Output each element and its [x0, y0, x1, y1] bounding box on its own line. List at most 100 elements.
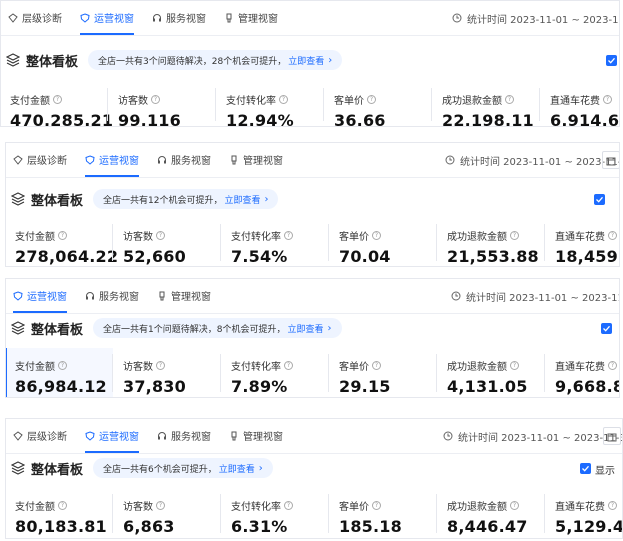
opportunity-banner[interactable]: 全店一共有1个问题待解决，8个机会可提升， 立即查看 ›: [93, 318, 342, 338]
show-checkbox[interactable]: [580, 463, 591, 474]
help-icon[interactable]: ?: [608, 501, 617, 510]
view-now-link[interactable]: 立即查看: [224, 193, 260, 206]
metric-card[interactable]: 访客数? 37,830: [113, 348, 221, 398]
metric-card-selected[interactable]: 支付金额? 86,984.12: [5, 348, 113, 398]
tab-management-view[interactable]: 管理视窗: [221, 418, 293, 453]
tab-service-view[interactable]: 服务视窗: [144, 0, 216, 35]
tab-layer-diagnosis[interactable]: 层级诊断: [5, 142, 77, 177]
show-checkbox[interactable]: [601, 323, 612, 334]
metric-card[interactable]: 访客数? 6,863: [113, 488, 221, 539]
metric-card[interactable]: 客单价? 29.15: [329, 348, 437, 398]
metric-card[interactable]: 客单价? 36.66: [324, 82, 432, 127]
metric-value: 6,863: [123, 517, 175, 536]
metric-label: 支付转化率: [231, 232, 281, 243]
board-header: 整体看板 全店一共有12个机会可提升， 立即查看 ›: [5, 182, 620, 216]
diagnosis-icon: [13, 154, 23, 165]
metric-value: 70.04: [339, 247, 391, 266]
help-icon[interactable]: ?: [367, 95, 376, 104]
metric-card[interactable]: 成功退款金额? 22,198.11: [432, 82, 540, 127]
help-icon[interactable]: ?: [151, 95, 160, 104]
shield-icon: [80, 12, 90, 23]
board-title: 整体看板: [26, 54, 79, 70]
help-icon[interactable]: ?: [372, 501, 381, 510]
help-icon[interactable]: ?: [372, 231, 381, 240]
help-icon[interactable]: ?: [156, 361, 165, 370]
help-icon[interactable]: ?: [510, 501, 519, 510]
metric-card[interactable]: 支付转化率? 6.31%: [221, 488, 329, 539]
help-icon[interactable]: ?: [284, 361, 293, 370]
metric-value: 4,131.05: [447, 377, 528, 396]
tab-management-view[interactable]: 管理视窗: [221, 142, 293, 177]
tab-operations-view[interactable]: 运营视窗: [5, 278, 77, 313]
metric-card[interactable]: 支付转化率? 7.89%: [221, 348, 329, 398]
lamp-icon: [229, 431, 239, 441]
board-header: 整体看板 全店一共有3个问题待解决，28个机会可提升， 立即查看 ›: [0, 43, 620, 77]
metric-card[interactable]: 支付金额? 80,183.81: [5, 488, 113, 539]
help-icon[interactable]: ?: [510, 231, 519, 240]
view-now-link[interactable]: 立即查看: [287, 322, 323, 335]
metric-card[interactable]: 支付金额? 278,064.22: [5, 218, 118, 267]
metric-label: 访客数: [123, 502, 153, 513]
tab-operations-view[interactable]: 运营视窗: [77, 418, 149, 453]
help-icon[interactable]: ?: [156, 501, 165, 510]
help-icon[interactable]: ?: [53, 95, 62, 104]
help-icon[interactable]: ?: [284, 231, 293, 240]
tab-service-view[interactable]: 服务视窗: [149, 142, 221, 177]
metric-card[interactable]: 成功退款金额? 21,553.88: [437, 218, 545, 267]
metric-card[interactable]: 直通车花费? 5,129.49: [545, 488, 623, 539]
metric-value: 86,984.12: [15, 377, 107, 396]
stat-period: 统计时间 2023-11-01 ~ 2023-11-30: [451, 278, 620, 314]
tab-service-view[interactable]: 服务视窗: [77, 278, 149, 313]
metric-card[interactable]: 访客数? 52,660: [113, 218, 221, 267]
metric-card[interactable]: 直通车花费? 9,668.88: [545, 348, 620, 398]
help-icon[interactable]: ?: [608, 231, 617, 240]
calendar-button[interactable]: [602, 151, 620, 169]
tab-operations-view[interactable]: 运营视窗: [77, 142, 149, 177]
opportunity-banner[interactable]: 全店一共有6个机会可提升， 立即查看 ›: [93, 458, 273, 478]
metric-label: 客单价: [339, 362, 369, 373]
headset-icon: [85, 291, 95, 301]
metric-card[interactable]: 支付转化率? 12.94%: [216, 82, 324, 127]
opportunity-banner[interactable]: 全店一共有3个问题待解决，28个机会可提升， 立即查看 ›: [88, 50, 343, 70]
headset-icon: [157, 155, 167, 165]
help-icon[interactable]: ?: [372, 361, 381, 370]
metric-card[interactable]: 客单价? 185.18: [329, 488, 437, 539]
calendar-button[interactable]: [603, 427, 621, 445]
metric-card[interactable]: 直通车花费? 6,914.64: [540, 82, 620, 127]
help-icon[interactable]: ?: [58, 361, 67, 370]
metric-card[interactable]: 成功退款金额? 8,446.47: [437, 488, 545, 539]
opportunity-banner[interactable]: 全店一共有12个机会可提升， 立即查看 ›: [93, 189, 279, 209]
tab-layer-diagnosis[interactable]: 层级诊断: [5, 418, 77, 453]
show-checkbox[interactable]: [606, 55, 617, 66]
metric-card[interactable]: 访客数? 99,116: [108, 82, 216, 127]
metric-card[interactable]: 成功退款金额? 4,131.05: [437, 348, 545, 398]
help-icon[interactable]: ?: [505, 95, 514, 104]
metric-label: 成功退款金额: [447, 502, 507, 513]
show-checkbox[interactable]: [594, 194, 605, 205]
view-now-link[interactable]: 立即查看: [219, 462, 255, 475]
metric-card[interactable]: 直通车花费? 18,459.19: [545, 218, 620, 267]
layers-icon: [6, 53, 20, 67]
tab-layer-diagnosis[interactable]: 层级诊断: [0, 0, 72, 35]
metric-value: 470,285.21: [10, 111, 114, 127]
tab-management-view[interactable]: 管理视窗: [216, 0, 288, 35]
help-icon[interactable]: ?: [58, 231, 67, 240]
tab-management-view[interactable]: 管理视窗: [149, 278, 221, 313]
help-icon[interactable]: ?: [156, 231, 165, 240]
shield-icon: [13, 290, 23, 301]
help-icon[interactable]: ?: [510, 361, 519, 370]
clock-icon: [445, 155, 455, 165]
headset-icon: [157, 431, 167, 441]
tab-service-view[interactable]: 服务视窗: [149, 418, 221, 453]
help-icon[interactable]: ?: [284, 501, 293, 510]
metric-card[interactable]: 客单价? 70.04: [329, 218, 437, 267]
help-icon[interactable]: ?: [603, 95, 612, 104]
metric-card[interactable]: 支付转化率? 7.54%: [221, 218, 329, 267]
clock-icon: [443, 431, 453, 441]
help-icon[interactable]: ?: [279, 95, 288, 104]
help-icon[interactable]: ?: [58, 501, 67, 510]
tab-operations-view[interactable]: 运营视窗: [72, 0, 144, 35]
view-now-link[interactable]: 立即查看: [288, 54, 324, 67]
metric-card[interactable]: 支付金额? 470,285.21: [0, 82, 114, 127]
help-icon[interactable]: ?: [608, 361, 617, 370]
